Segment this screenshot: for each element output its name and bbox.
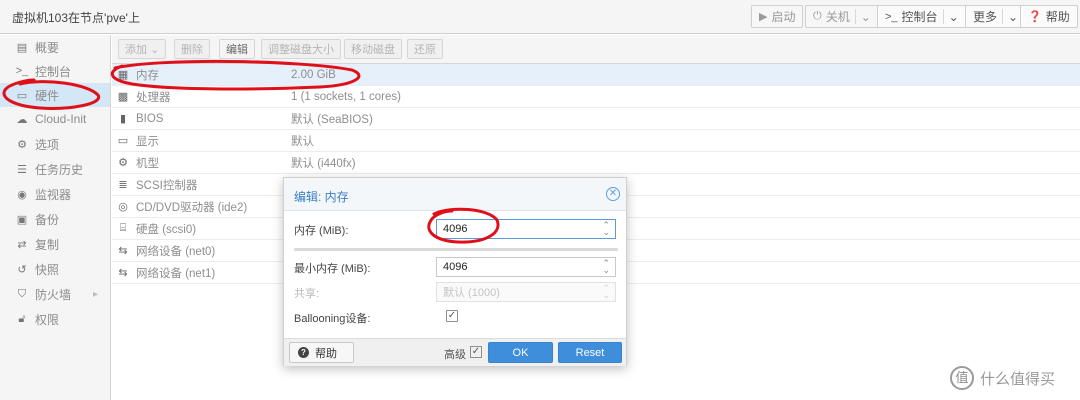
chevron-down-icon: ⌄: [150, 43, 160, 56]
close-icon[interactable]: ✕: [606, 187, 620, 201]
question-icon: ?: [298, 347, 309, 358]
edit-button[interactable]: 编辑: [219, 39, 255, 59]
ok-button[interactable]: OK: [488, 342, 553, 363]
shares-field-row: 共享: 默认 (1000) ⌃ ⌄: [294, 282, 618, 302]
hardware-row-display[interactable]: ▭ 显示 默认: [112, 130, 1080, 152]
cpu-icon: ▩: [117, 91, 129, 103]
resize-disk-button[interactable]: 调整磁盘大小: [261, 39, 341, 59]
advanced-label: 高级: [444, 349, 466, 361]
ballooning-field-row: Ballooning设备: ✓: [294, 307, 618, 327]
dialog-header: 编辑: 内存 ✕: [284, 178, 626, 211]
shares-input[interactable]: 默认 (1000) ⌃ ⌄: [436, 282, 616, 302]
advanced-checkbox[interactable]: ✓: [470, 346, 482, 358]
chevron-down-icon: ⌄: [860, 9, 871, 24]
dialog-footer: ? 帮助 高级 ✓ OK Reset: [284, 338, 626, 366]
sidebar-item-permissions[interactable]: 🔓︎ 权限: [0, 307, 110, 331]
eye-icon: ◉: [17, 188, 27, 201]
add-button[interactable]: 添加 ⌄: [118, 39, 167, 59]
console-button[interactable]: >_ 控制台 ⌄: [877, 5, 967, 28]
sidebar-item-firewall[interactable]: ⛉ 防火墙 ▸: [0, 282, 110, 306]
sidebar-item-summary[interactable]: ▤ 概要: [0, 35, 110, 59]
floppy-icon: ▣: [16, 213, 28, 226]
exchange-icon: ⇆: [118, 267, 128, 279]
hdd-icon: ⌸: [119, 222, 127, 234]
unlock-icon: 🔓︎: [18, 312, 26, 325]
sidebar-item-task-history[interactable]: ☰ 任务历史: [0, 157, 110, 181]
cloud-icon: ☁: [16, 113, 28, 126]
spinner-icon[interactable]: ⌃ ⌄: [602, 284, 610, 300]
edit-memory-dialog: 编辑: 内存 ✕ 内存 (MiB): 4096 ⌃ ⌄ 最小内存 (MiB): 4…: [283, 177, 627, 366]
terminal-icon: >_: [885, 10, 898, 23]
min-memory-field-row: 最小内存 (MiB): 4096 ⌃ ⌄: [294, 257, 618, 277]
move-disk-button[interactable]: 移动磁盘: [344, 39, 402, 59]
sidebar-item-replication[interactable]: ⇄ 复制: [0, 232, 110, 256]
section-divider: [294, 248, 618, 251]
title-bar: 虚拟机103在节点'pve'上 ▶ 启动 ⏻ 关机 ⌄ >_ 控制台 ⌄ 更多 ⌄ ❓ 帮助: [0, 0, 1080, 34]
hardware-toolbar: 添加 ⌄ 删除 编辑 调整磁盘大小 移动磁盘 还原: [112, 35, 1080, 64]
retweet-icon: ⇄: [17, 238, 27, 251]
ballooning-checkbox[interactable]: ✓: [446, 310, 458, 322]
hardware-row-machine[interactable]: ⚙ 机型 默认 (i440fx): [112, 152, 1080, 174]
spinner-icon[interactable]: ⌃ ⌄: [602, 221, 610, 237]
start-button[interactable]: ▶ 启动: [751, 5, 804, 28]
hardware-row-memory[interactable]: ▦ 内存 2.00 GiB: [112, 64, 1080, 86]
memory-input[interactable]: 4096 ⌃ ⌄: [436, 219, 616, 239]
power-icon: ⏻: [813, 10, 822, 22]
watermark: 值 什么值得买: [950, 366, 1055, 390]
sidebar-item-snapshots[interactable]: ↺ 快照: [0, 257, 110, 281]
memory-label: 内存 (MiB):: [294, 225, 349, 237]
history-icon: ↺: [17, 263, 27, 276]
gear-icon: ⚙: [17, 138, 27, 151]
shutdown-button[interactable]: ⏻ 关机 ⌄: [805, 5, 879, 28]
remove-button[interactable]: 删除: [174, 39, 210, 59]
spinner-icon[interactable]: ⌃ ⌄: [602, 259, 610, 275]
database-icon: ≣: [118, 179, 128, 191]
sidebar: ▤ 概要 >_ 控制台 ▭ 硬件 ☁ Cloud-Init ⚙ 选项 ☰ 任务历史 ◉ 监视器…: [0, 35, 111, 400]
watermark-text: 什么值得买: [980, 370, 1056, 388]
exchange-icon: ⇆: [118, 245, 128, 257]
microchip-icon: ▮: [119, 113, 127, 125]
hardware-row-bios[interactable]: ▮ BIOS 默认 (SeaBIOS): [112, 108, 1080, 130]
min-memory-label: 最小内存 (MiB):: [294, 263, 371, 275]
terminal-icon: >_: [15, 65, 29, 77]
desktop-icon: ▭: [117, 135, 129, 147]
play-icon: ▶: [759, 11, 768, 23]
monitor-icon: ▭: [16, 89, 28, 102]
memory-field-row: 内存 (MiB): 4096 ⌃ ⌄: [294, 219, 618, 239]
revert-button[interactable]: 还原: [407, 39, 443, 59]
shield-icon: ⛉: [17, 287, 27, 300]
chevron-down-icon: ⌄: [1008, 9, 1019, 24]
chevron-right-icon: ▸: [92, 288, 98, 300]
window-title: 虚拟机103在节点'pve'上: [12, 11, 140, 25]
sidebar-item-cloud-init[interactable]: ☁ Cloud-Init: [0, 107, 110, 131]
more-button[interactable]: 更多 ⌄: [965, 5, 1027, 28]
hardware-row-processor[interactable]: ▩ 处理器 1 (1 sockets, 1 cores): [112, 86, 1080, 108]
list-icon: ☰: [17, 163, 27, 176]
sidebar-item-monitor[interactable]: ◉ 监视器: [0, 182, 110, 206]
dialog-help-button[interactable]: ? 帮助: [289, 342, 354, 363]
sidebar-item-backup[interactable]: ▣ 备份: [0, 207, 110, 231]
cogs-icon: ⚙: [118, 157, 128, 169]
min-memory-input[interactable]: 4096 ⌃ ⌄: [436, 257, 616, 277]
sidebar-item-options[interactable]: ⚙ 选项: [0, 132, 110, 156]
question-icon: ❓: [1028, 11, 1042, 23]
reset-button[interactable]: Reset: [558, 342, 622, 363]
book-icon: ▤: [16, 41, 28, 54]
watermark-logo-icon: 值: [950, 366, 974, 390]
help-button[interactable]: ❓ 帮助: [1020, 5, 1078, 28]
chevron-down-icon: ⌄: [948, 9, 959, 24]
ballooning-label: Ballooning设备:: [294, 313, 371, 325]
shares-label: 共享:: [294, 288, 320, 300]
sidebar-item-hardware[interactable]: ▭ 硬件: [0, 83, 110, 107]
dialog-title: 编辑: 内存: [294, 190, 349, 204]
cdrom-icon: ◎: [118, 201, 128, 213]
memory-icon: ▦: [117, 69, 129, 81]
sidebar-item-console[interactable]: >_ 控制台: [0, 59, 110, 83]
